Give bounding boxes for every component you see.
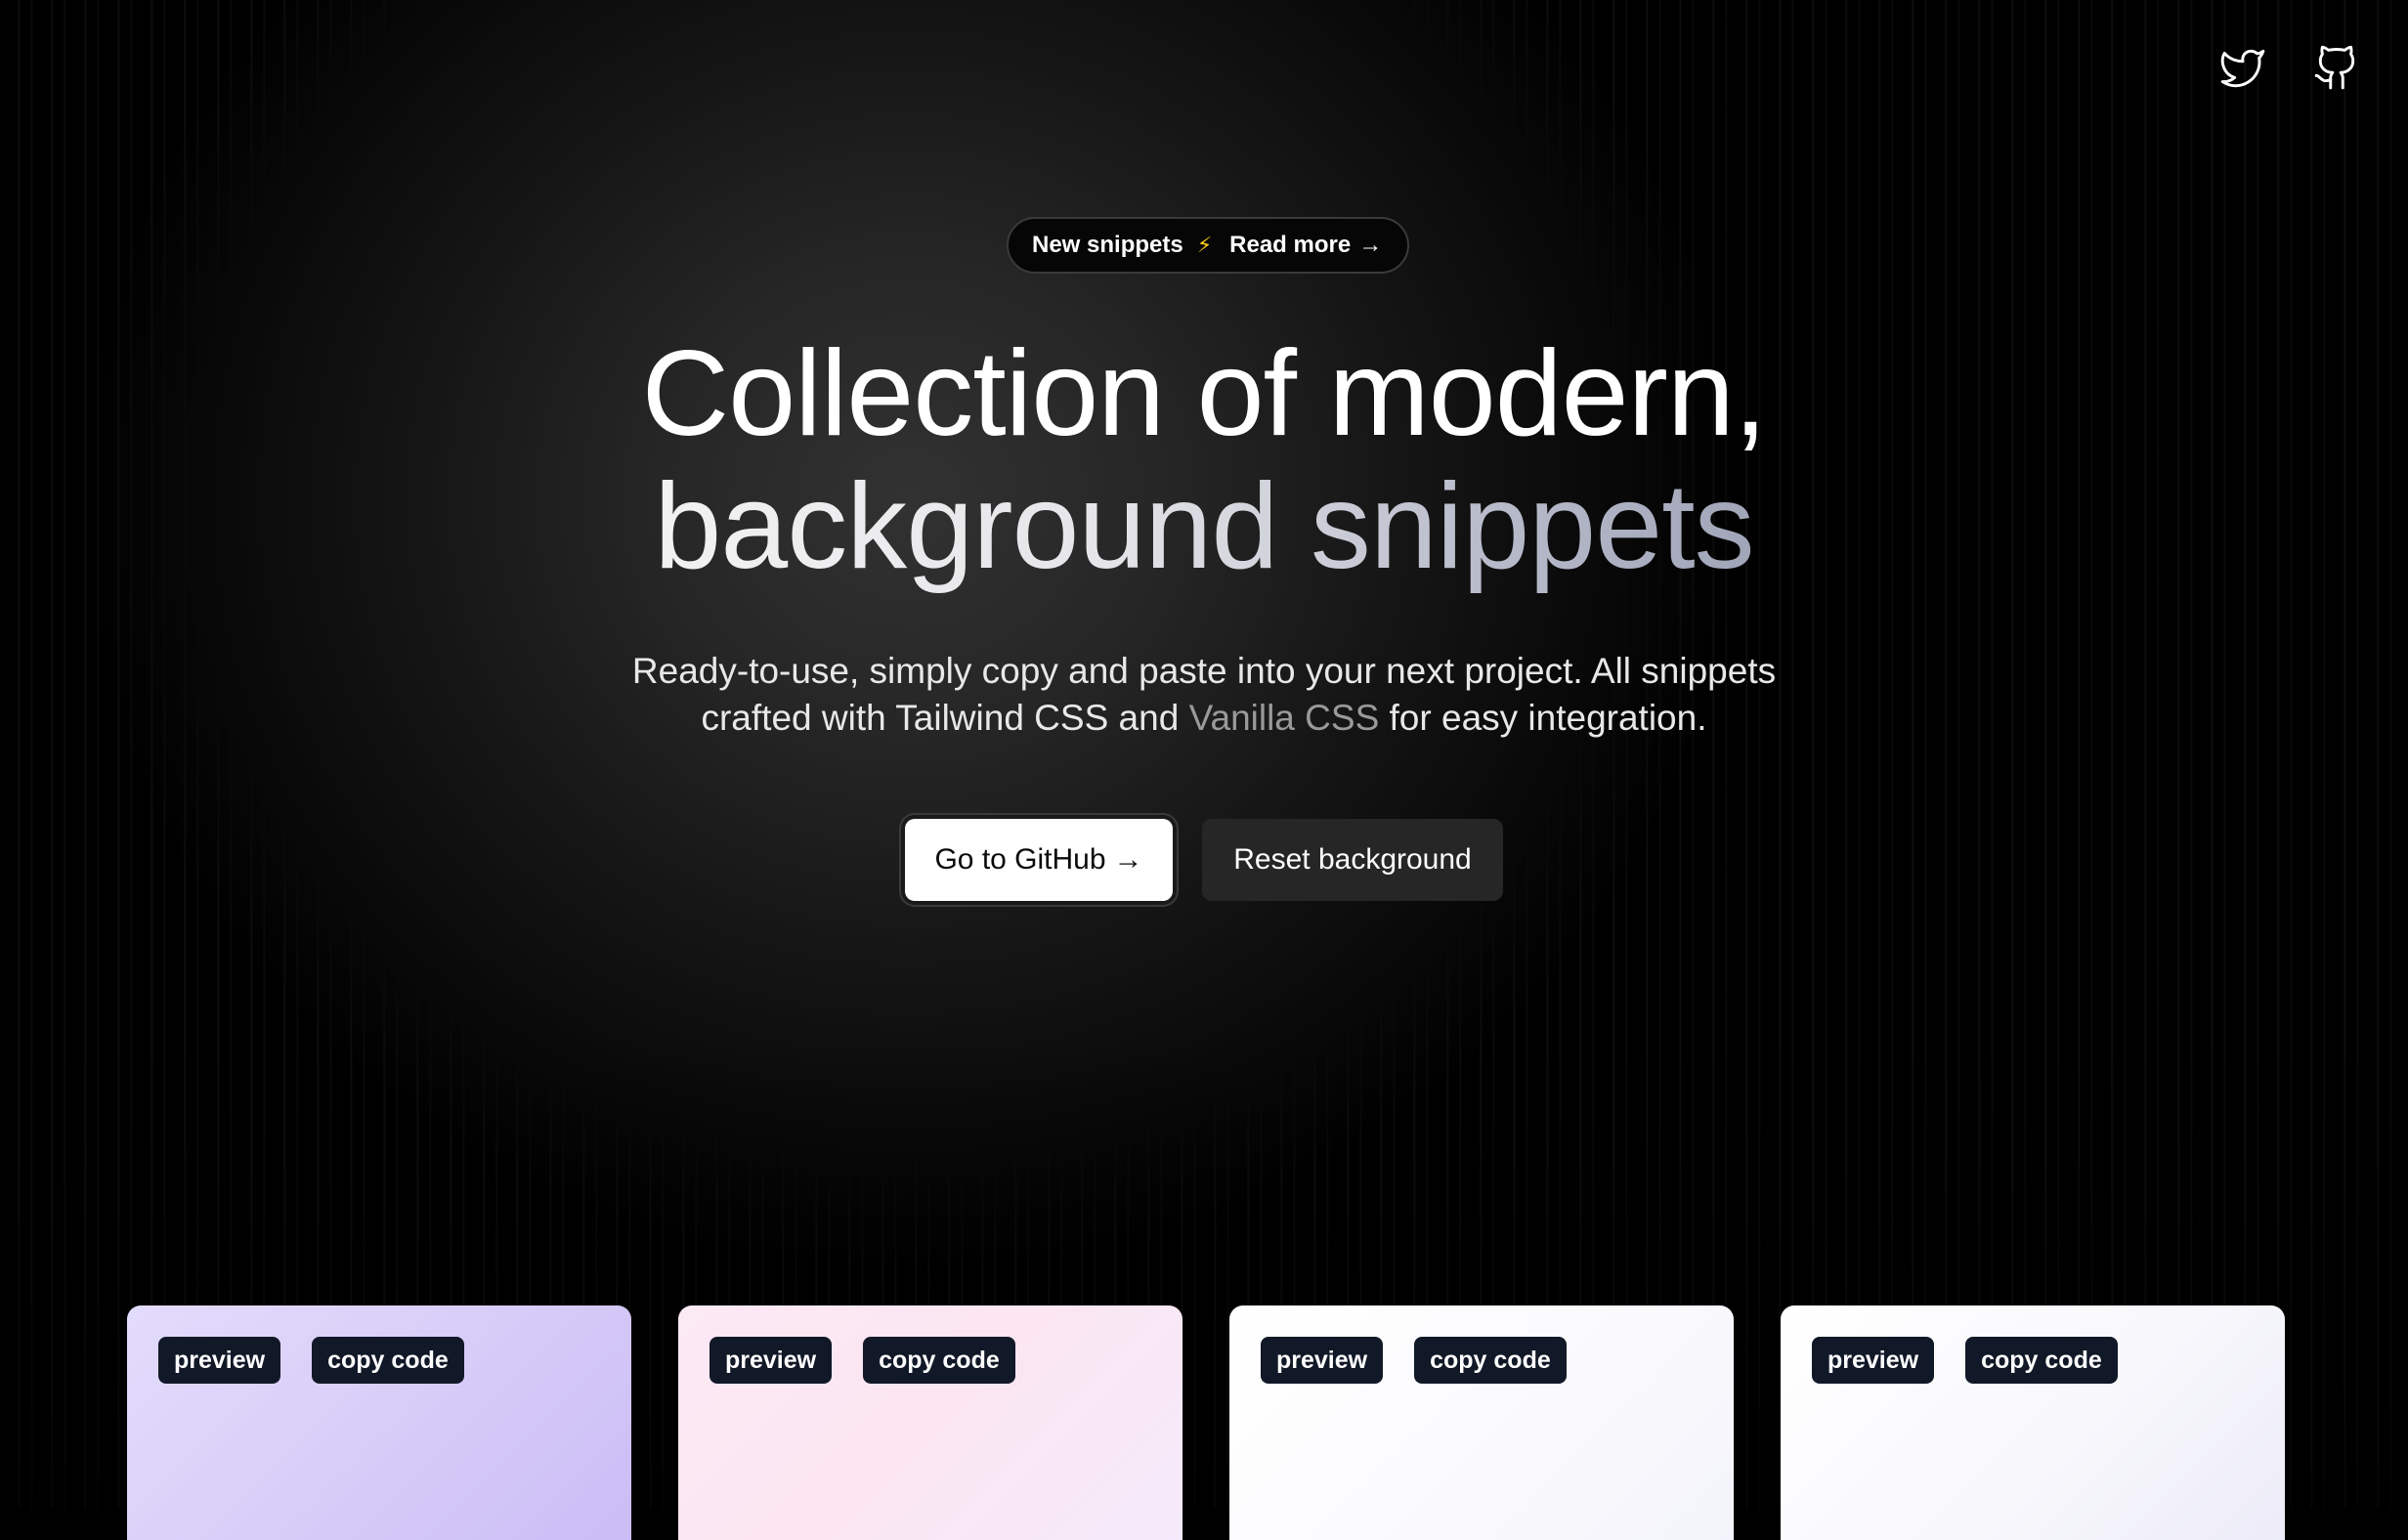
preview-button[interactable]: preview bbox=[1812, 1337, 1935, 1384]
lightning-icon: ⚡ bbox=[1196, 233, 1213, 257]
hero-actions: Go to GitHub → Reset background bbox=[0, 819, 2408, 901]
page-title: Collection of modern, background snippet… bbox=[0, 327, 2408, 593]
card-actions: preview copy code bbox=[710, 1337, 1015, 1384]
copy-code-button[interactable]: copy code bbox=[863, 1337, 1015, 1384]
preview-button[interactable]: preview bbox=[710, 1337, 833, 1384]
announcement-label: New snippets bbox=[1032, 232, 1183, 258]
read-more-link[interactable]: Read more → bbox=[1229, 232, 1382, 259]
card-actions: preview copy code bbox=[1261, 1337, 1567, 1384]
title-line-2: background snippets bbox=[654, 459, 1754, 594]
preview-button[interactable]: preview bbox=[158, 1337, 281, 1384]
card-actions: preview copy code bbox=[1812, 1337, 2118, 1384]
arrow-right-icon: → bbox=[1113, 843, 1143, 876]
subtitle-highlight: Vanilla CSS bbox=[1188, 698, 1380, 738]
copy-code-button[interactable]: copy code bbox=[312, 1337, 464, 1384]
arrow-right-icon: → bbox=[1358, 232, 1383, 258]
snippet-card: preview copy code bbox=[1781, 1305, 2285, 1540]
subtitle-text-2: for easy integration. bbox=[1379, 698, 1707, 738]
hero-subtitle: Ready-to-use, simply copy and paste into… bbox=[0, 648, 2408, 742]
card-actions: preview copy code bbox=[158, 1337, 464, 1384]
twitter-icon[interactable] bbox=[2218, 43, 2267, 92]
reset-background-label: Reset background bbox=[1233, 843, 1472, 876]
go-to-github-label: Go to GitHub bbox=[934, 843, 1106, 876]
social-links bbox=[2218, 43, 2361, 92]
github-icon[interactable] bbox=[2312, 43, 2361, 92]
preview-button[interactable]: preview bbox=[1261, 1337, 1384, 1384]
reset-background-button[interactable]: Reset background bbox=[1202, 819, 1503, 901]
copy-code-button[interactable]: copy code bbox=[1965, 1337, 2118, 1384]
snippet-cards: preview copy code preview copy code prev… bbox=[127, 1305, 2285, 1540]
snippet-card: preview copy code bbox=[1229, 1305, 1734, 1540]
go-to-github-button[interactable]: Go to GitHub → bbox=[905, 819, 1173, 901]
announcement-pill[interactable]: New snippets ⚡ Read more → bbox=[1007, 217, 1410, 274]
title-line-1: Collection of modern, bbox=[641, 326, 1768, 461]
snippet-card: preview copy code bbox=[127, 1305, 631, 1540]
read-more-label: Read more bbox=[1229, 232, 1352, 258]
copy-code-button[interactable]: copy code bbox=[1414, 1337, 1567, 1384]
snippet-card: preview copy code bbox=[678, 1305, 1182, 1540]
